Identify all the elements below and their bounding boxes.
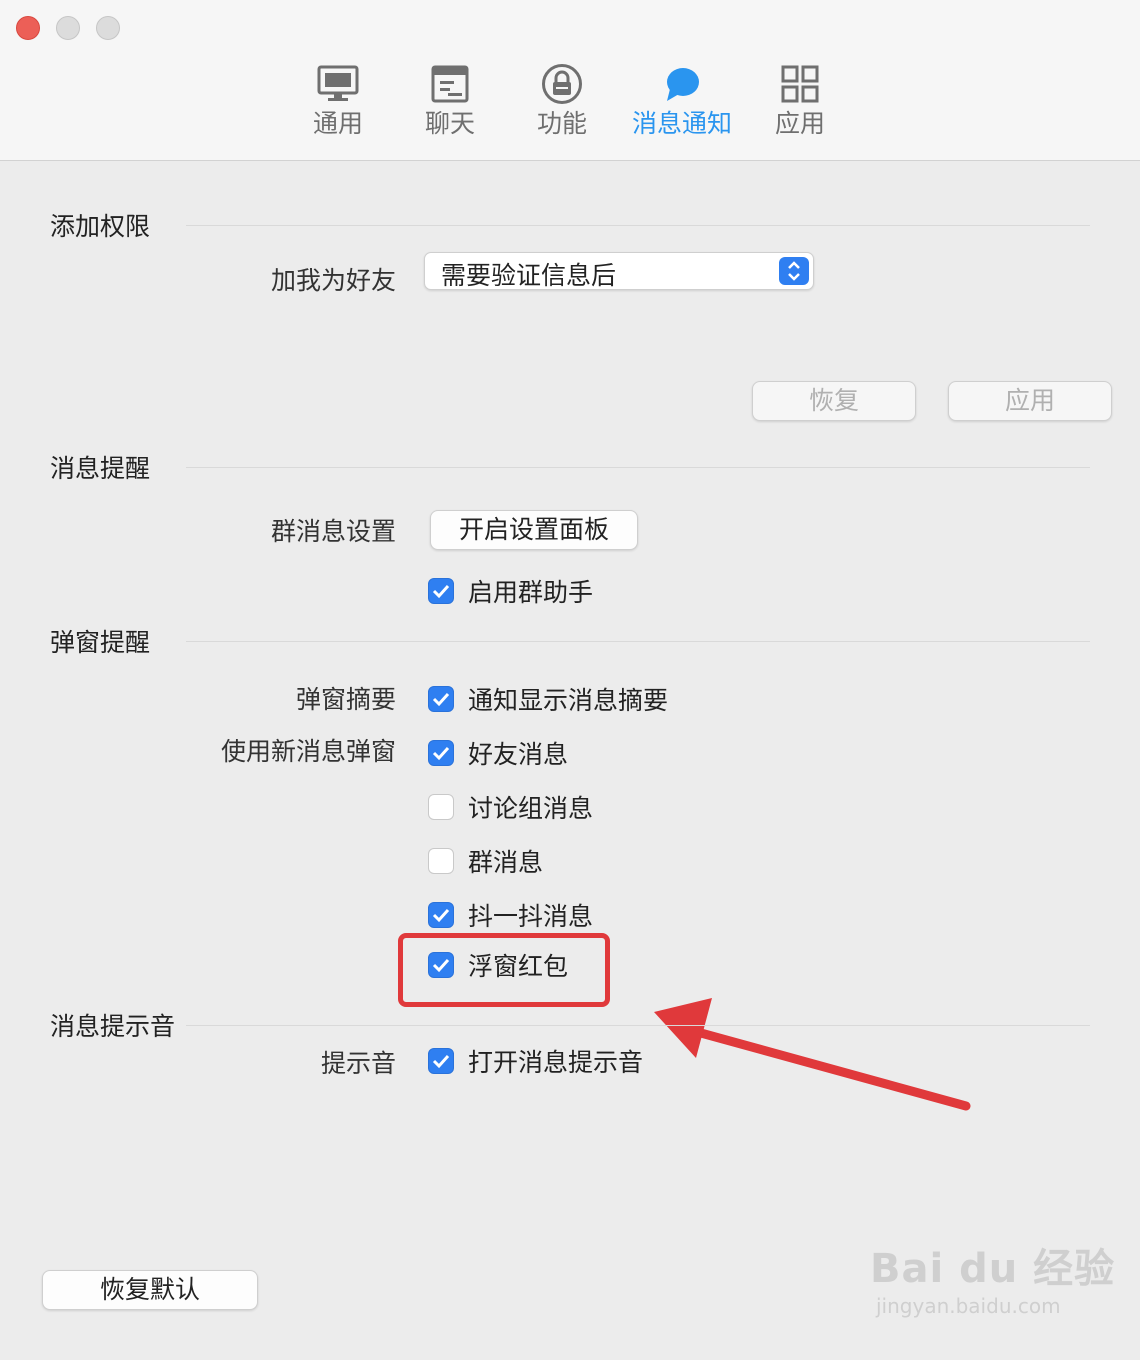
shake-messages-option[interactable]: 抖一抖消息 <box>428 899 593 931</box>
checkbox-label: 抖一抖消息 <box>468 902 594 931</box>
tab-notifications[interactable]: 消息通知 <box>622 62 742 140</box>
checkbox[interactable] <box>428 848 454 874</box>
watermark-url: jingyan.baidu.com <box>876 1294 1061 1318</box>
section-title-popup-reminder: 弹窗提醒 <box>50 628 151 657</box>
tab-label: 消息通知 <box>631 109 732 138</box>
enable-group-assistant-option[interactable]: 启用群助手 <box>428 575 593 607</box>
annotation-highlight-box <box>398 933 610 1007</box>
checkbox[interactable] <box>428 686 454 712</box>
checkmark-icon <box>432 584 450 599</box>
tab-label: 功能 <box>536 109 587 138</box>
baidu-watermark: Bai du 经验 jingyan.baidu.com <box>870 1236 1115 1318</box>
group-messages-option[interactable]: 群消息 <box>428 845 543 877</box>
tab-chat[interactable]: 聊天 <box>390 62 510 140</box>
tab-label: 聊天 <box>424 109 475 138</box>
checkbox-label: 通知显示消息摘要 <box>468 686 669 715</box>
add-friend-select-value: 需要验证信息后 <box>441 261 617 290</box>
group-settings-label: 群消息设置 <box>270 517 396 546</box>
tab-general[interactable]: 通用 <box>278 62 398 140</box>
tab-apps[interactable]: 应用 <box>740 62 860 140</box>
checkbox-label: 讨论组消息 <box>468 794 594 823</box>
tab-label: 应用 <box>774 109 825 138</box>
close-window-button[interactable] <box>16 16 40 40</box>
checkbox[interactable] <box>428 902 454 928</box>
checkbox-label: 打开消息提示音 <box>468 1048 644 1077</box>
checkmark-icon <box>432 908 450 923</box>
tab-label: 通用 <box>312 109 363 138</box>
open-message-sound-option[interactable]: 打开消息提示音 <box>428 1045 643 1077</box>
zoom-window-button[interactable] <box>96 16 120 40</box>
checkbox-label: 启用群助手 <box>468 578 594 607</box>
tab-features[interactable]: 功能 <box>502 62 622 140</box>
restore-defaults-button[interactable]: 恢复默认 <box>42 1270 258 1310</box>
checkbox[interactable] <box>428 794 454 820</box>
grid-icon <box>740 62 860 106</box>
discussion-group-messages-option[interactable]: 讨论组消息 <box>428 791 593 823</box>
section-title-sound: 消息提示音 <box>50 1012 176 1041</box>
up-down-chevron-icon <box>779 257 809 285</box>
divider <box>186 225 1090 226</box>
popup-summary-label: 弹窗摘要 <box>295 685 396 714</box>
add-friend-label: 加我为好友 <box>270 266 396 295</box>
divider <box>186 641 1090 642</box>
watermark-brand: Bai du 经验 <box>870 1246 1116 1292</box>
monitor-icon <box>278 62 398 106</box>
speech-bubble-icon <box>622 62 742 106</box>
open-settings-panel-button[interactable]: 开启设置面板 <box>430 510 638 550</box>
checkbox-label: 好友消息 <box>468 740 569 769</box>
checkmark-icon <box>432 1054 450 1069</box>
friend-messages-option[interactable]: 好友消息 <box>428 737 568 769</box>
checkbox[interactable] <box>428 1048 454 1074</box>
divider <box>186 467 1090 468</box>
divider <box>186 1025 1090 1026</box>
section-title-add-permission: 添加权限 <box>50 212 151 241</box>
lock-icon <box>502 62 622 106</box>
add-friend-select[interactable]: 需要验证信息后 <box>424 252 814 290</box>
show-message-summary-option[interactable]: 通知显示消息摘要 <box>428 683 668 715</box>
annotation-arrow-icon <box>654 998 971 1111</box>
apply-button[interactable]: 应用 <box>948 381 1112 421</box>
checkbox[interactable] <box>428 578 454 604</box>
minimize-window-button[interactable] <box>56 16 80 40</box>
window-toolbar: 通用 聊天 功能 消息通知 应用 <box>0 0 1140 161</box>
checkbox[interactable] <box>428 740 454 766</box>
restore-button[interactable]: 恢复 <box>752 381 916 421</box>
sound-label: 提示音 <box>320 1049 396 1078</box>
new-popup-label: 使用新消息弹窗 <box>220 737 396 766</box>
checkbox-label: 群消息 <box>468 848 544 877</box>
chat-window-icon <box>390 62 510 106</box>
checkmark-icon <box>432 746 450 761</box>
section-title-message-reminder: 消息提醒 <box>50 454 151 483</box>
checkmark-icon <box>432 692 450 707</box>
